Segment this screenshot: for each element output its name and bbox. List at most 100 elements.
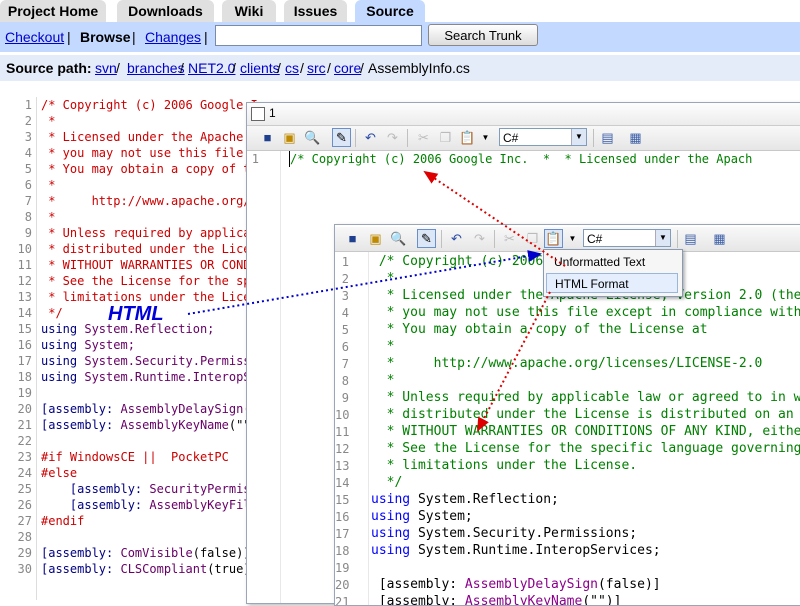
calendar-icon[interactable]: ▦ (711, 230, 728, 247)
attribute-type: AssemblyKeyFile (149, 498, 258, 512)
line-number: 28 (17, 530, 32, 544)
path-segment-clients[interactable]: clients (240, 55, 280, 81)
path-segment-svn[interactable]: svn (95, 55, 117, 81)
chevron-down-icon[interactable]: ▼ (571, 129, 586, 145)
chevron-down-icon[interactable]: ▼ (655, 230, 670, 246)
namespace: System.Reflection; (417, 492, 559, 507)
keyword: using (41, 370, 85, 384)
line-number: 6 (341, 340, 349, 354)
code-line: [assembly: AssemblyDelaySign(f (41, 401, 258, 417)
chevron-down-icon[interactable]: ▼ (564, 230, 581, 247)
toolbar-separator (355, 129, 356, 147)
save-icon[interactable]: ■ (344, 230, 361, 247)
language-select[interactable]: C# ▼ (499, 128, 587, 146)
code-line: using System.Runtime.InteropServices; (371, 543, 661, 559)
open-icon[interactable]: ▣ (367, 230, 384, 247)
checkout-link[interactable]: Checkout (5, 29, 64, 45)
redo-icon[interactable]: ↷ (471, 230, 488, 247)
line-number: 20 (335, 578, 350, 592)
code-line: * WITHOUT WARRANTIES OR CONDITIONS OF AN… (371, 424, 800, 439)
language-select[interactable]: C# ▼ (583, 229, 671, 247)
code-line: * See the License for the specific langu… (371, 441, 800, 456)
calendar-icon[interactable]: ▦ (627, 129, 644, 146)
menu-item-html-format[interactable]: HTML Format (546, 273, 678, 293)
path-segment-core[interactable]: core (334, 55, 361, 81)
code-line: * See the License for the spe (41, 274, 258, 288)
language-select-value: C# (587, 232, 603, 246)
line-number: 10 (17, 242, 32, 256)
code-line: * you may not use this file except in co… (371, 305, 800, 320)
path-segment-net20[interactable]: NET2.0 (188, 55, 235, 81)
line-number: 18 (17, 370, 32, 384)
undo-icon[interactable]: ↶ (448, 230, 465, 247)
namespace: System.Runtime.InteropSe (84, 370, 258, 384)
line-number: 22 (17, 434, 32, 448)
line-number: 1 (251, 152, 259, 166)
attribute-prefix: [assembly: (41, 546, 121, 560)
tab-downloads[interactable]: Downloads (117, 0, 214, 22)
code-line: /* Copyright (c) 2006 (371, 254, 544, 269)
line-number: 30 (17, 562, 32, 576)
keyword: using (41, 354, 85, 368)
path-segment-cs[interactable]: cs (285, 55, 299, 81)
tab-source[interactable]: Source (355, 0, 425, 22)
source-nav-bar: Checkout | Browse | Changes | Search Tru… (0, 22, 800, 52)
namespace: System.Security.Permissions; (417, 526, 638, 541)
edit-icon[interactable]: ✎ (332, 128, 351, 147)
view-icon[interactable]: ▤ (599, 129, 616, 146)
toolbar-separator (407, 129, 408, 147)
path-segment-branches[interactable]: branches (127, 55, 185, 81)
code-line: using System; (41, 337, 135, 353)
copy-icon[interactable]: ❐ (437, 129, 454, 146)
code-line: * distributed under the Licen (41, 242, 258, 256)
search-trunk-button[interactable]: Search Trunk (428, 24, 538, 46)
attribute-prefix: [assembly: (41, 482, 150, 496)
path-slash: / (180, 60, 184, 76)
search-input[interactable] (215, 25, 422, 46)
code-line: * (41, 210, 56, 224)
redo-icon[interactable]: ↷ (384, 129, 401, 146)
code-line: using System; (371, 509, 473, 525)
line-number: 20 (17, 402, 32, 416)
menu-item-unformatted-text[interactable]: Unformatted Text (546, 252, 678, 272)
cut-icon[interactable]: ✂ (501, 230, 518, 247)
line-number: 5 (341, 323, 349, 337)
chevron-down-icon[interactable]: ▼ (477, 129, 494, 146)
source-path-bar: Source path: svn / branches / NET2.0 / c… (0, 55, 800, 81)
attribute-type: ComVisible (120, 546, 193, 560)
toolbar-separator (441, 230, 442, 248)
undo-icon[interactable]: ↶ (362, 129, 379, 146)
path-segment-src[interactable]: src (307, 55, 326, 81)
tab-wiki[interactable]: Wiki (222, 0, 276, 22)
tab-project-home[interactable]: Project Home (0, 0, 106, 22)
path-slash: / (300, 60, 304, 76)
cut-icon[interactable]: ✂ (415, 129, 432, 146)
view-icon[interactable]: ▤ (682, 230, 699, 247)
paste-icon[interactable]: 📋 (459, 129, 476, 146)
window-title-bar: 1 (247, 103, 800, 126)
code-line: [assembly: AssemblyKeyFile (41, 497, 258, 513)
find-icon[interactable]: 🔍 (304, 129, 321, 146)
keyword: using (371, 543, 418, 558)
changes-link[interactable]: Changes (145, 29, 201, 45)
editor-toolbar: ■ ▣ 🔍 ✎ ↶ ↷ ✂ ❐ 📋 ▼ C# ▼ ▤ ▦ (247, 126, 800, 151)
code-line: * WITHOUT WARRANTIES OR CONDI (41, 258, 258, 272)
code-line: [assembly: AssemblyDelaySign(false)] (371, 577, 661, 593)
keyword: using (41, 322, 85, 336)
line-number: 18 (335, 544, 350, 558)
line-number: 17 (335, 527, 350, 541)
line-number: 3 (341, 289, 349, 303)
browse-current: Browse (80, 29, 131, 45)
attribute-args: ("")] (582, 594, 622, 606)
toolbar-separator (677, 230, 678, 248)
code-line: * http://www.apache.org/licenses/LICENSE… (371, 356, 763, 371)
copy-icon[interactable]: ❐ (524, 230, 541, 247)
line-gutter (247, 151, 281, 603)
find-icon[interactable]: 🔍 (390, 230, 407, 247)
save-icon[interactable]: ■ (259, 129, 276, 146)
tab-issues[interactable]: Issues (284, 0, 347, 22)
open-icon[interactable]: ▣ (281, 129, 298, 146)
paste-icon[interactable]: 📋 (544, 229, 563, 248)
code-line: * (41, 178, 56, 192)
edit-icon[interactable]: ✎ (417, 229, 436, 248)
